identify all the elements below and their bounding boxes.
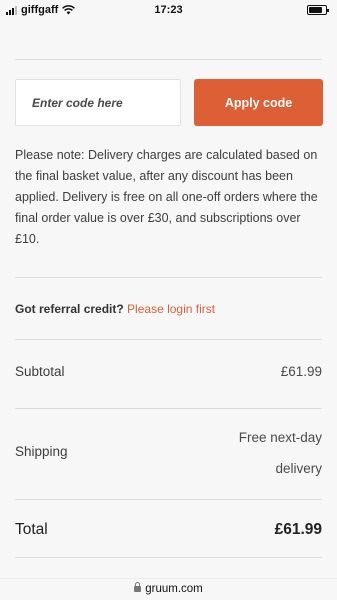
status-bar: giffgaff 17:23	[0, 0, 337, 20]
total-value: £61.99	[274, 521, 322, 538]
delivery-note: Please note: Delivery charges are calcul…	[15, 148, 318, 246]
divider	[15, 277, 322, 278]
divider	[15, 59, 322, 60]
lock-icon	[134, 582, 142, 592]
divider	[15, 408, 322, 409]
battery-icon	[307, 5, 329, 15]
browser-url-bar[interactable]: gruum.com	[0, 578, 337, 600]
referral-question: Got referral credit?	[15, 302, 124, 316]
divider	[15, 557, 322, 558]
shipping-label: Shipping	[15, 444, 68, 459]
divider	[15, 499, 322, 500]
divider	[15, 339, 322, 340]
shipping-value: Free next-day delivery	[238, 430, 322, 476]
apply-code-button[interactable]: Apply code	[194, 79, 323, 126]
url-text: gruum.com	[145, 583, 203, 595]
referral-credit: Got referral credit? Please login first	[15, 302, 215, 316]
subtotal-value: £61.99	[280, 364, 322, 379]
subtotal-label: Subtotal	[15, 364, 65, 379]
clock: 17:23	[154, 4, 183, 16]
total-label: Total	[15, 521, 48, 538]
login-link[interactable]: Please login first	[127, 302, 215, 316]
promo-code-input[interactable]	[15, 79, 181, 126]
